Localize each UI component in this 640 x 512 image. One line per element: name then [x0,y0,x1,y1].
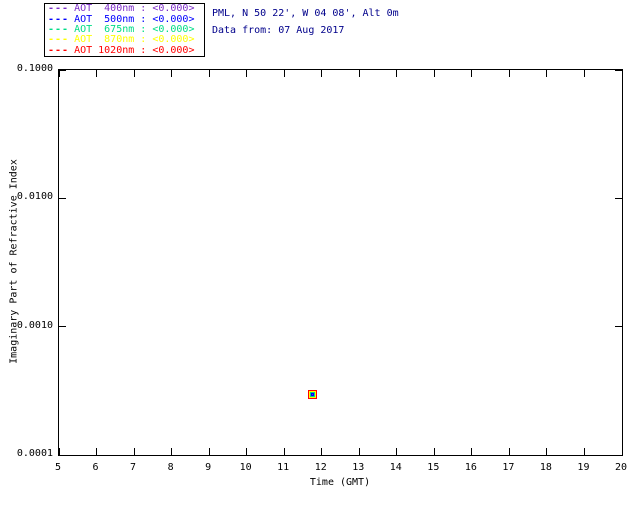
x-tick-top [134,70,135,77]
x-tick-top [434,70,435,77]
y-tick-right [615,326,622,327]
x-tick-top [171,70,172,77]
legend-label: AOT 1020nm : <0.000> [74,46,194,56]
x-tick-label: 13 [338,462,378,473]
x-tick-top [59,70,60,77]
x-tick [171,448,172,455]
legend-item: --- AOT 400nm : <0.000> [48,4,202,14]
x-tick-top [359,70,360,77]
y-tick-right [615,70,622,71]
x-tick [471,448,472,455]
x-tick-label: 6 [76,462,116,473]
plot-header: PML, N 50 22', W 04 08', Alt 0m Data fro… [212,5,399,39]
x-axis-title: Time (GMT) [240,477,440,488]
y-tick-label: 0.0100 [0,191,53,203]
y-tick-label: 0.1000 [0,63,53,75]
x-tick-top [321,70,322,77]
x-tick [284,448,285,455]
x-tick [209,448,210,455]
x-tick-label: 15 [413,462,453,473]
x-tick-top [546,70,547,77]
legend-item: --- AOT 870nm : <0.000> [48,35,202,45]
x-tick [134,448,135,455]
data-point-marker [312,394,313,395]
x-tick-label: 20 [601,462,640,473]
legend-label: AOT 400nm : <0.000> [74,4,194,14]
x-tick [584,448,585,455]
x-tick-top [584,70,585,77]
plot-frame [58,69,623,456]
legend-box: ---AOT 400nm : <0.000>---AOT 500nm : <0.… [44,3,205,57]
y-tick [59,326,66,327]
x-tick [359,448,360,455]
x-tick-top [96,70,97,77]
x-tick-label: 5 [38,462,78,473]
x-tick-label: 8 [151,462,191,473]
legend-item: --- AOT 1020nm : <0.000> [48,46,202,56]
x-tick-top [471,70,472,77]
x-tick [434,448,435,455]
legend-label: AOT 870nm : <0.000> [74,35,194,45]
x-tick [396,448,397,455]
x-tick-top [284,70,285,77]
x-tick-label: 7 [113,462,153,473]
x-tick-label: 19 [563,462,603,473]
x-tick-label: 14 [376,462,416,473]
x-tick [546,448,547,455]
y-tick-right [615,455,622,456]
y-axis-title: Imaginary Part of Refractive Index [9,69,20,455]
x-tick-label: 11 [263,462,303,473]
y-tick-label: 0.0010 [0,320,53,332]
x-tick [509,448,510,455]
y-tick [59,70,66,71]
x-tick [246,448,247,455]
station-info: PML, N 50 22', W 04 08', Alt 0m [212,5,399,22]
legend-line-sample: --- [48,46,69,56]
y-tick-label: 0.0001 [0,448,53,460]
x-tick-label: 12 [301,462,341,473]
data-date: Data from: 07 Aug 2017 [212,22,399,39]
x-tick-label: 10 [226,462,266,473]
x-tick [321,448,322,455]
x-tick-top [622,70,623,77]
x-tick-label: 9 [188,462,228,473]
legend-line-sample: --- [48,35,69,45]
x-tick [96,448,97,455]
x-tick-label: 17 [488,462,528,473]
x-tick-top [509,70,510,77]
y-tick [59,198,66,199]
x-tick-label: 16 [451,462,491,473]
x-tick-label: 18 [526,462,566,473]
plot-canvas: ---AOT 400nm : <0.000>---AOT 500nm : <0.… [0,0,640,512]
legend-line-sample: --- [48,4,69,14]
x-tick-top [396,70,397,77]
x-tick-top [246,70,247,77]
y-tick [59,455,66,456]
x-tick-top [209,70,210,77]
y-tick-right [615,198,622,199]
